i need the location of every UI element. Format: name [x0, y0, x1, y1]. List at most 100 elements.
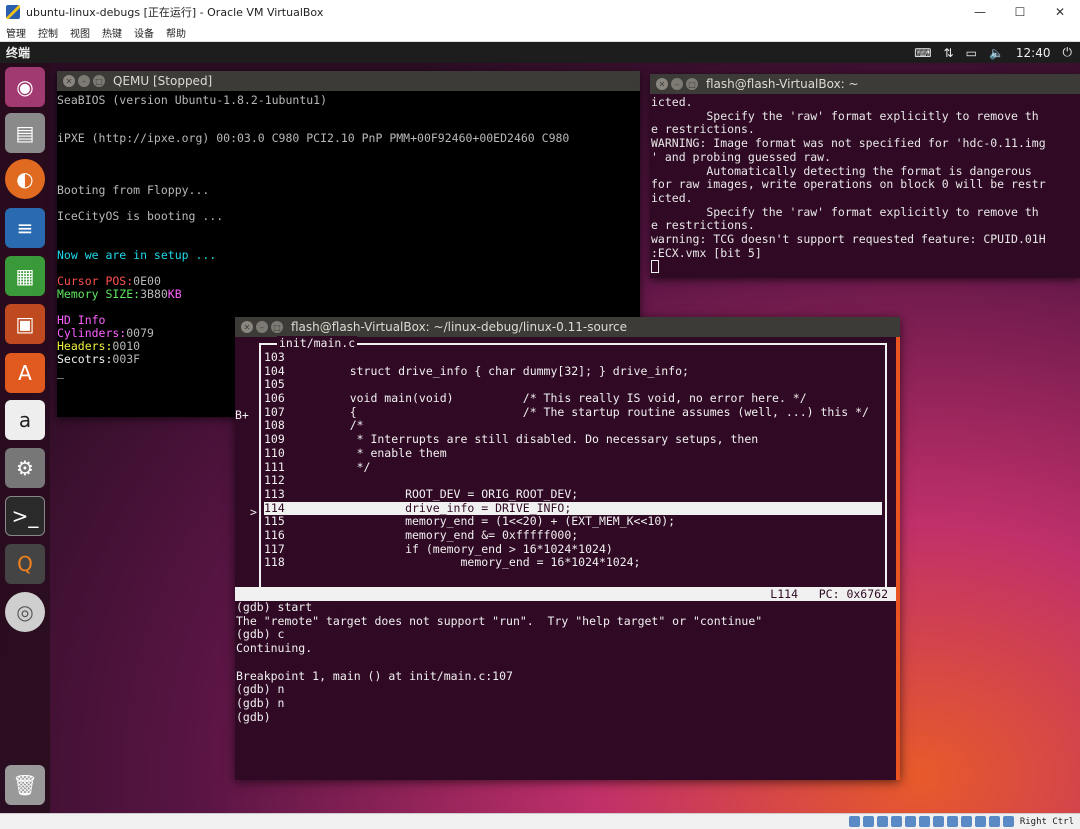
- source-line-106[interactable]: 106 void main(void) /* This really IS vo…: [264, 391, 882, 406]
- volume-icon[interactable]: 🔈: [989, 46, 1004, 60]
- minimize-icon[interactable]: –: [671, 78, 683, 90]
- source-line-103[interactable]: 103: [264, 351, 882, 365]
- code-text: if (memory_end > 16*1024*1024): [322, 541, 613, 556]
- output-line: warning: TCG doesn't support requested f…: [651, 232, 1046, 247]
- terminal-gdb-window[interactable]: ✕ – □ flash@flash-VirtualBox: ~/linux-de…: [235, 317, 900, 780]
- terminal-home-title: flash@flash-VirtualBox: ~: [706, 77, 859, 91]
- keyboard-icon[interactable]: ⌨: [914, 46, 931, 60]
- source-line-108[interactable]: 108 /*: [264, 419, 882, 433]
- maximize-button[interactable]: ☐: [1000, 0, 1040, 23]
- writer-icon[interactable]: ≡: [5, 208, 45, 248]
- floppy-status-icon[interactable]: [876, 816, 888, 827]
- source-line-117[interactable]: 117 if (memory_end > 16*1024*1024): [264, 541, 882, 557]
- window-controls: — ☐ ✕: [960, 0, 1080, 23]
- code-text: { /* The startup routine assumes (well, …: [322, 404, 869, 419]
- os-boot-line: IceCityOS is booting ...: [57, 209, 224, 223]
- source-line-113[interactable]: 113 ROOT_DEV = ORIG_ROOT_DEV;: [264, 486, 882, 502]
- line-number: 117: [264, 541, 285, 556]
- clock[interactable]: 12:40: [1016, 46, 1051, 60]
- close-icon[interactable]: ✕: [241, 321, 253, 333]
- source-window[interactable]: init/main.c 103 104 struct drive_info { c…: [259, 336, 887, 593]
- firefox-icon[interactable]: ◐: [5, 159, 45, 199]
- trash-icon[interactable]: 🗑: [5, 765, 45, 805]
- close-icon[interactable]: ✕: [63, 75, 75, 87]
- menu-help[interactable]: 帮助: [160, 25, 192, 40]
- files-icon[interactable]: ▤: [5, 113, 45, 153]
- source-line-114[interactable]: 114 drive_info = DRIVE_INFO;: [264, 501, 882, 516]
- qemu-icon[interactable]: Q: [5, 544, 45, 584]
- settings-icon[interactable]: ⚙: [5, 448, 45, 488]
- source-line-105[interactable]: 105: [264, 378, 882, 392]
- line-number: 113: [264, 486, 285, 501]
- code-text: ROOT_DEV = ORIG_ROOT_DEV;: [322, 486, 579, 501]
- source-line-109[interactable]: 109 * Interrupts are still disabled. Do …: [264, 432, 882, 447]
- terminal-gdb-titlebar[interactable]: ✕ – □ flash@flash-VirtualBox: ~/linux-de…: [235, 317, 900, 337]
- memory-size-line: Memory SIZE:3B80KB: [57, 287, 182, 301]
- usb-status-icon[interactable]: [918, 816, 930, 827]
- shared-folder-status-icon[interactable]: [932, 816, 944, 827]
- secotrs-line: Secotrs:003F: [57, 352, 140, 366]
- network-icon[interactable]: ⇅: [944, 46, 954, 60]
- battery-icon[interactable]: ▭: [966, 46, 977, 60]
- amazon-icon[interactable]: a: [5, 400, 45, 440]
- terminal-icon[interactable]: >_: [5, 496, 45, 536]
- minimize-icon[interactable]: –: [256, 321, 268, 333]
- qemu-titlebar[interactable]: ✕ – □ QEMU [Stopped]: [57, 71, 640, 91]
- source-line-112[interactable]: 112: [264, 473, 882, 488]
- output-line: WARNING: Image format was not specified …: [651, 136, 1046, 151]
- menu-control[interactable]: 控制: [32, 25, 64, 40]
- source-line-116[interactable]: 116 memory_end &= 0xfffff000;: [264, 528, 882, 543]
- optical-status-icon[interactable]: [862, 816, 874, 827]
- console-line: Continuing.: [236, 641, 313, 656]
- source-line-104[interactable]: 104 struct drive_info { char dummy[32]; …: [264, 364, 882, 379]
- calc-icon[interactable]: ▦: [5, 256, 45, 296]
- terminal-home-titlebar[interactable]: ✕ – □ flash@flash-VirtualBox: ~: [650, 74, 1080, 94]
- vtx-status-icon[interactable]: [974, 816, 986, 827]
- maximize-icon[interactable]: □: [271, 321, 283, 333]
- source-listing[interactable]: 103 104 struct drive_info { char dummy[32…: [264, 351, 882, 571]
- minimize-button[interactable]: —: [960, 0, 1000, 23]
- line-number: 112: [264, 473, 285, 488]
- console-line: (gdb) start: [236, 600, 313, 614]
- software-center-icon[interactable]: A: [5, 353, 45, 393]
- mouse-status-icon[interactable]: [988, 816, 1000, 827]
- menu-view[interactable]: 视图: [64, 25, 96, 40]
- boot-line: Booting from Floppy...: [57, 183, 210, 197]
- menu-devices[interactable]: 设备: [128, 25, 160, 40]
- ubuntu-dash-icon[interactable]: ◉: [5, 67, 45, 107]
- impress-icon[interactable]: ▣: [5, 304, 45, 344]
- recording-status-icon[interactable]: [960, 816, 972, 827]
- hdd-status-icon[interactable]: [848, 816, 860, 827]
- gdb-prompt[interactable]: (gdb): [236, 710, 896, 725]
- headers-line: Headers:0010: [57, 339, 140, 353]
- keyboard-status-icon[interactable]: [1002, 816, 1014, 827]
- power-icon[interactable]: ⏻: [1063, 45, 1073, 60]
- code-text: /*: [322, 418, 364, 433]
- audio-status-icon[interactable]: [890, 816, 902, 827]
- terminal-scrollbar[interactable]: [896, 337, 900, 780]
- vbox-titlebar: ubuntu-linux-debugs [正在运行] - Oracle VM V…: [0, 0, 1080, 23]
- line-number: 105: [264, 377, 285, 392]
- maximize-icon[interactable]: □: [686, 78, 698, 90]
- terminal-home-output[interactable]: icted. Specify the 'raw' format explicit…: [650, 95, 1080, 278]
- gdb-console[interactable]: (gdb) start The "remote" target does not…: [236, 600, 896, 725]
- menu-manage[interactable]: 管理: [0, 25, 32, 40]
- network-status-icon[interactable]: [904, 816, 916, 827]
- source-line-118[interactable]: 118 memory_end = 16*1024*1024;: [264, 555, 882, 570]
- line-number: 108: [264, 418, 285, 433]
- output-line: ' and probing guessed raw.: [651, 149, 832, 164]
- close-button[interactable]: ✕: [1040, 0, 1080, 23]
- menu-hotkeys[interactable]: 热键: [96, 25, 128, 40]
- source-line-110[interactable]: 110 * enable them: [264, 446, 882, 461]
- close-icon[interactable]: ✕: [656, 78, 668, 90]
- terminal-home-window[interactable]: ✕ – □ flash@flash-VirtualBox: ~ icted. S…: [650, 74, 1080, 278]
- secotrs-value: 003F: [112, 352, 141, 366]
- source-line-111[interactable]: 111 */: [264, 460, 882, 475]
- display-status-icon[interactable]: [946, 816, 958, 827]
- dvd-icon[interactable]: ◎: [5, 592, 45, 632]
- maximize-icon[interactable]: □: [93, 75, 105, 87]
- source-line-115[interactable]: 115 memory_end = (1<<20) + (EXT_MEM_K<<1…: [264, 514, 882, 529]
- minimize-icon[interactable]: –: [78, 75, 90, 87]
- source-line-107[interactable]: 107 { /* The startup routine assumes (we…: [264, 404, 882, 420]
